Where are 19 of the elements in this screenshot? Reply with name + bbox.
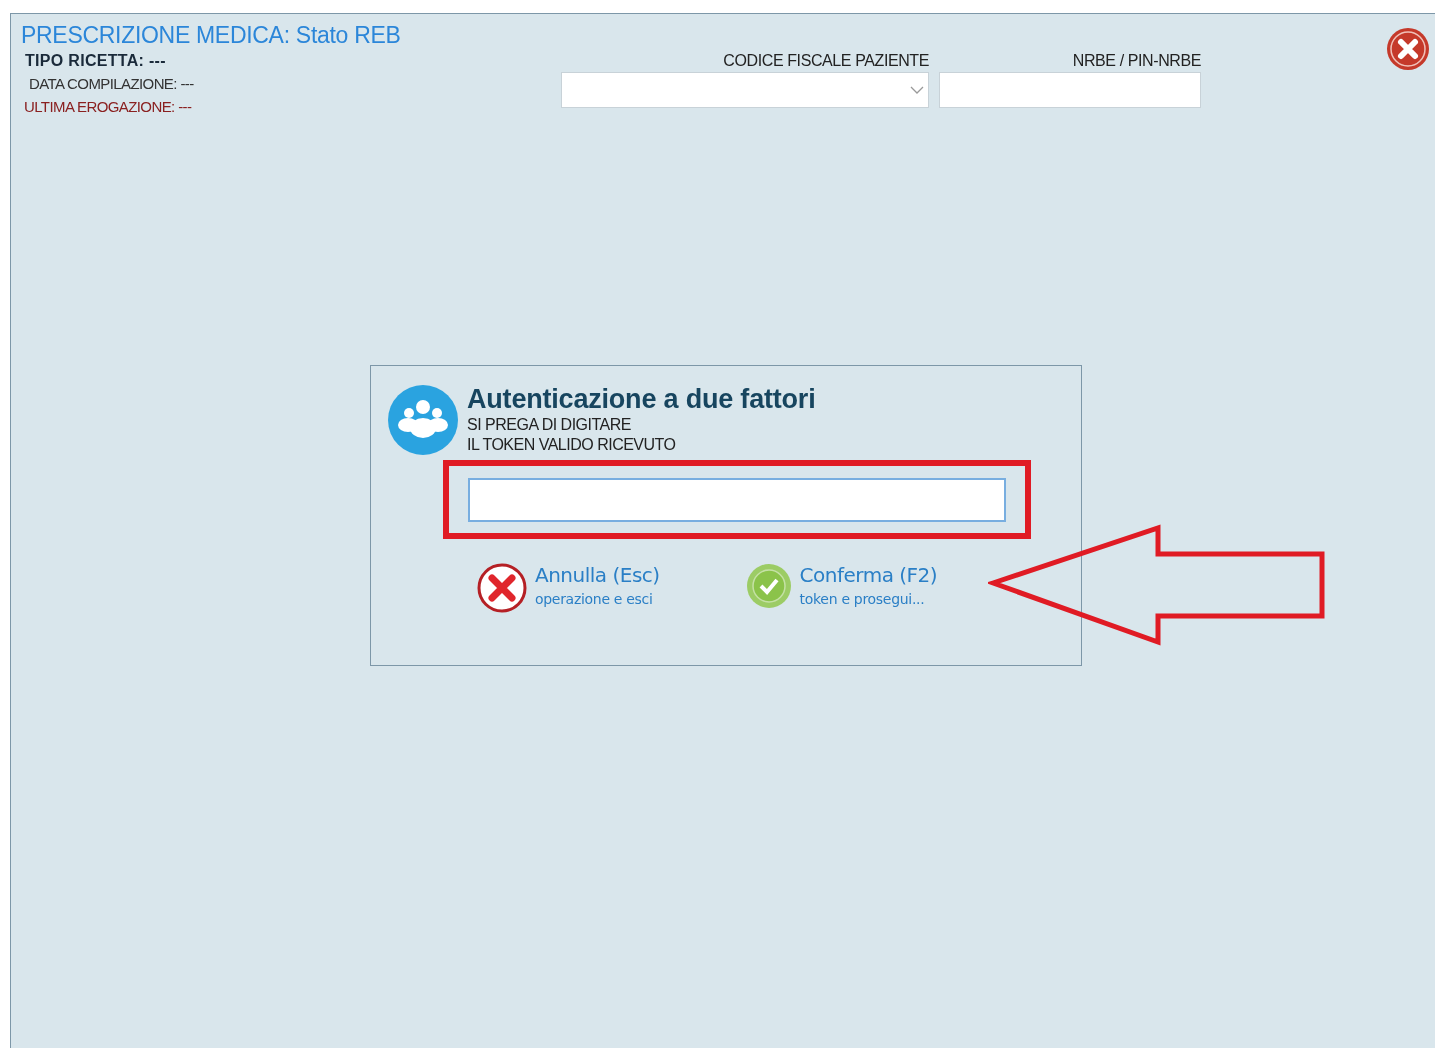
- confirm-button[interactable]: Conferma (F2) token e prosegui...: [745, 563, 938, 613]
- patient-dropdown[interactable]: [561, 72, 929, 108]
- cancel-button[interactable]: Annulla (Esc) operazione e esci: [477, 563, 660, 613]
- people-icon: [387, 384, 459, 456]
- info-line: ULTIMA EROGAZIONE: ---: [24, 97, 192, 117]
- dialog-message: IL TOKEN VALIDO RICEVUTO: [467, 435, 677, 455]
- field-label: CODICE FISCALE PAZIENTE: [723, 52, 929, 70]
- token-input[interactable]: [468, 477, 1006, 522]
- close-button[interactable]: [1385, 26, 1431, 72]
- dialog-title: Autenticazione a due fattori: [467, 384, 816, 415]
- cancel-icon: [477, 563, 527, 613]
- window-title: PRESCRIZIONE MEDICA: Stato REB: [21, 22, 402, 49]
- info-line: TIPO RICETTA: ---: [25, 51, 166, 71]
- check-icon: [745, 563, 792, 609]
- field-label: NRBE / PIN-NRBE: [1072, 52, 1201, 70]
- input-field[interactable]: [939, 72, 1201, 108]
- info-line: DATA COMPILAZIONE: ---: [29, 74, 194, 94]
- chevron-down-icon: [910, 86, 924, 94]
- dialog-message: SI PREGA DI DIGITARE: [467, 415, 632, 435]
